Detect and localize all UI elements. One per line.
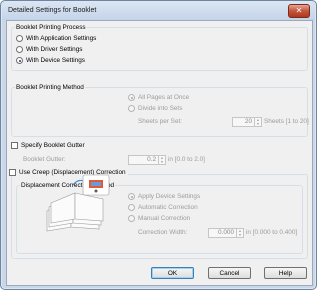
stepper-arrows[interactable]: ▲ ▼	[254, 118, 261, 126]
radio-indicator[interactable]	[128, 105, 135, 112]
radio-indicator[interactable]	[128, 193, 135, 200]
radio-all-pages-at-once[interactable]: All Pages at Once	[128, 94, 189, 101]
stepper-arrows[interactable]: ▲ ▼	[236, 229, 243, 237]
radio-indicator[interactable]	[16, 35, 23, 42]
radio-indicator[interactable]	[16, 46, 23, 53]
radio-apply-device-settings[interactable]: Apply Device Settings	[128, 193, 200, 200]
radio-divide-into-sets[interactable]: Divide into Sets	[128, 105, 182, 112]
correction-width-value: 0.000	[218, 229, 234, 236]
radio-indicator[interactable]	[128, 94, 135, 101]
down-arrow-icon[interactable]: ▼	[255, 122, 261, 126]
radio-label: Manual Correction	[138, 215, 191, 222]
checkbox-indicator[interactable]	[9, 169, 16, 176]
radio-with-driver-settings[interactable]: With Driver Settings	[16, 46, 82, 53]
booklet-gutter-value: 0.2	[147, 156, 156, 163]
correction-width-unit: in [0.000 to 0.400]	[246, 229, 298, 236]
checkbox-indicator[interactable]	[11, 142, 18, 149]
booklet-gutter-label: Booklet Gutter:	[23, 156, 66, 163]
checkbox-specify-booklet-gutter[interactable]: Specify Booklet Gutter	[11, 142, 85, 149]
cancel-button[interactable]: Cancel	[208, 267, 251, 279]
dialog-body: Booklet Printing Process With Applicatio…	[6, 20, 313, 286]
sheets-per-set-unit: Sheets [1 to 20]	[264, 118, 309, 125]
printing-process-title: Booklet Printing Process	[15, 24, 87, 31]
radio-indicator[interactable]	[128, 215, 135, 222]
radio-automatic-correction[interactable]: Automatic Correction	[128, 204, 198, 211]
close-icon[interactable]: ✕	[288, 4, 310, 18]
stepper-arrows[interactable]: ▲ ▼	[158, 156, 165, 164]
correction-width-stepper[interactable]: 0.000 ▲ ▼	[208, 228, 244, 238]
printing-method-title: Booklet Printing Method	[15, 84, 85, 91]
radio-label: With Application Settings	[26, 35, 97, 42]
radio-indicator[interactable]	[16, 57, 23, 64]
down-arrow-icon[interactable]: ▼	[159, 160, 165, 164]
booklet-gutter-unit: in [0.0 to 2.0]	[168, 156, 205, 163]
radio-label: Divide into Sets	[138, 105, 183, 112]
radio-with-device-settings[interactable]: With Device Settings	[16, 57, 85, 64]
radio-label: Apply Device Settings	[138, 193, 201, 200]
correction-width-label: Correction Width:	[138, 229, 188, 236]
radio-label: With Driver Settings	[26, 46, 83, 53]
radio-with-application-settings[interactable]: With Application Settings	[16, 35, 96, 42]
title-bar[interactable]: Detailed Settings for Booklet ✕	[2, 2, 315, 20]
booklet-illustration-icon	[46, 174, 110, 232]
ok-button[interactable]: OK	[151, 267, 194, 279]
sheets-per-set-value: 20	[244, 118, 252, 125]
sheets-per-set-stepper[interactable]: 20 ▲ ▼	[232, 117, 262, 127]
radio-label: All Pages at Once	[138, 94, 190, 101]
radio-manual-correction[interactable]: Manual Correction	[128, 215, 190, 222]
radio-indicator[interactable]	[128, 204, 135, 211]
down-arrow-icon[interactable]: ▼	[237, 233, 243, 237]
window-title: Detailed Settings for Booklet	[8, 7, 97, 14]
help-button[interactable]: Help	[264, 267, 307, 279]
booklet-gutter-stepper[interactable]: 0.2 ▲ ▼	[128, 155, 166, 165]
sheets-per-set-label: Sheets per Set:	[138, 118, 183, 125]
dialog-window: Detailed Settings for Booklet ✕ Booklet …	[0, 0, 317, 290]
radio-label: Automatic Correction	[138, 204, 198, 211]
checkbox-label: Specify Booklet Gutter	[21, 142, 85, 149]
radio-label: With Device Settings	[26, 57, 85, 64]
